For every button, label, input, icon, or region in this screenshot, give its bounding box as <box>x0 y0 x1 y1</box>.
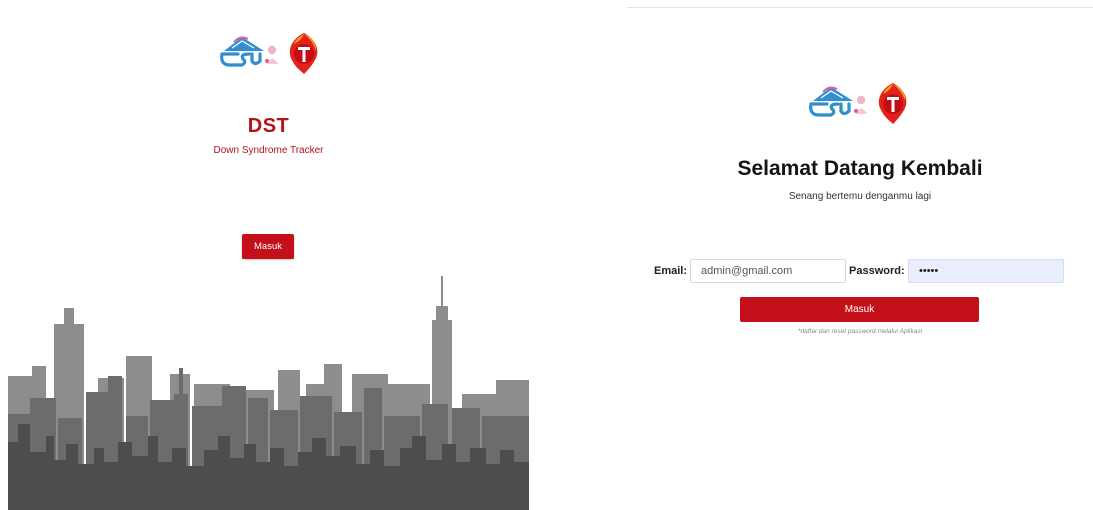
login-logo <box>807 80 913 126</box>
brand-logos <box>220 33 318 74</box>
t-shield-logo-icon <box>289 33 318 74</box>
app-subtitle: Down Syndrome Tracker <box>213 145 324 156</box>
password-label: Password: <box>849 265 905 277</box>
t-shield-logo-icon <box>878 83 907 124</box>
splash-logo <box>218 30 324 76</box>
email-field[interactable] <box>690 259 846 283</box>
brand-logos <box>809 83 907 124</box>
top-divider <box>627 7 1093 8</box>
masuk-submit-button[interactable]: Masuk <box>740 297 979 322</box>
welcome-subtitle: Senang bertemu denganmu lagi <box>788 191 932 202</box>
password-field[interactable] <box>908 259 1064 283</box>
email-label: Email: <box>654 265 688 277</box>
app-title: DST <box>247 115 290 137</box>
masuk-button[interactable]: Masuk <box>242 234 294 259</box>
splash-screen: DST Down Syndrome Tracker Masuk <box>8 8 529 510</box>
city-skyline-illustration <box>8 276 529 510</box>
dsc-logo-icon <box>220 36 278 67</box>
welcome-title: Selamat Datang Kembali <box>737 157 983 180</box>
register-reset-note: *daftar dan reset password melalui Aplik… <box>797 328 923 335</box>
dsc-logo-icon <box>809 86 867 117</box>
login-screen: Selamat Datang Kembali Senang bertemu de… <box>627 0 1093 510</box>
